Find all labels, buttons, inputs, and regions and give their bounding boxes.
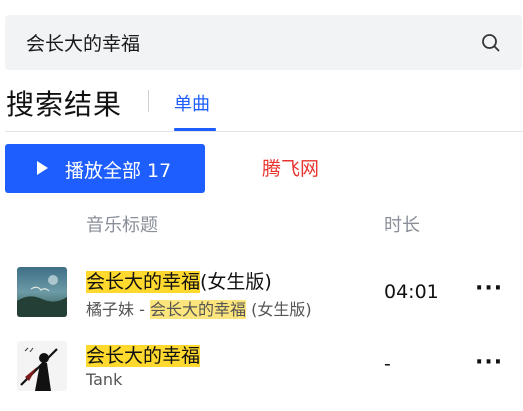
song-title-match: 会长大的幸福 — [86, 271, 201, 293]
search-bar[interactable]: 会长大的幸福 — [5, 15, 522, 70]
watermark-text: 腾飞网 — [262, 158, 320, 180]
more-options-icon[interactable]: ··· — [475, 350, 503, 375]
album-cover[interactable] — [17, 341, 67, 391]
album-cover[interactable] — [17, 267, 67, 317]
song-title[interactable]: 会长大的幸福 — [86, 341, 201, 368]
song-row[interactable]: 会长大的幸福(女生版) 橘子妹 - 会长大的幸福 (女生版) 04:01 ··· — [0, 258, 523, 328]
play-icon — [37, 161, 48, 175]
song-album-suffix: (女生版) — [245, 300, 312, 319]
header-divider — [5, 131, 523, 132]
song-album-match[interactable]: 会长大的幸福 — [149, 300, 246, 319]
song-artist[interactable]: Tank — [86, 370, 122, 389]
play-all-button[interactable]: 播放全部 17 — [5, 144, 205, 193]
artist-album-separator: - — [134, 300, 150, 319]
song-artist[interactable]: 橘子妹 — [86, 300, 134, 319]
play-all-label: 播放全部 17 — [65, 160, 172, 182]
column-header-title: 音乐标题 — [86, 215, 158, 236]
search-input[interactable]: 会长大的幸福 — [26, 29, 140, 56]
tab-songs[interactable]: 单曲 — [174, 90, 210, 116]
song-title-suffix: (女生版) — [200, 271, 272, 293]
song-title-match: 会长大的幸福 — [86, 345, 201, 367]
page-title: 搜索结果 — [6, 88, 123, 121]
search-icon[interactable] — [480, 32, 502, 54]
more-options-icon[interactable]: ··· — [475, 276, 503, 301]
title-divider — [148, 90, 149, 112]
column-header-duration: 时长 — [384, 215, 420, 236]
song-duration: 04:01 — [384, 281, 439, 303]
song-subtitle: 橘子妹 - 会长大的幸福 (女生版) — [86, 296, 312, 320]
song-row[interactable]: 会长大的幸福 Tank - ··· — [0, 336, 523, 406]
song-title[interactable]: 会长大的幸福(女生版) — [86, 267, 272, 294]
song-duration: - — [384, 353, 391, 375]
